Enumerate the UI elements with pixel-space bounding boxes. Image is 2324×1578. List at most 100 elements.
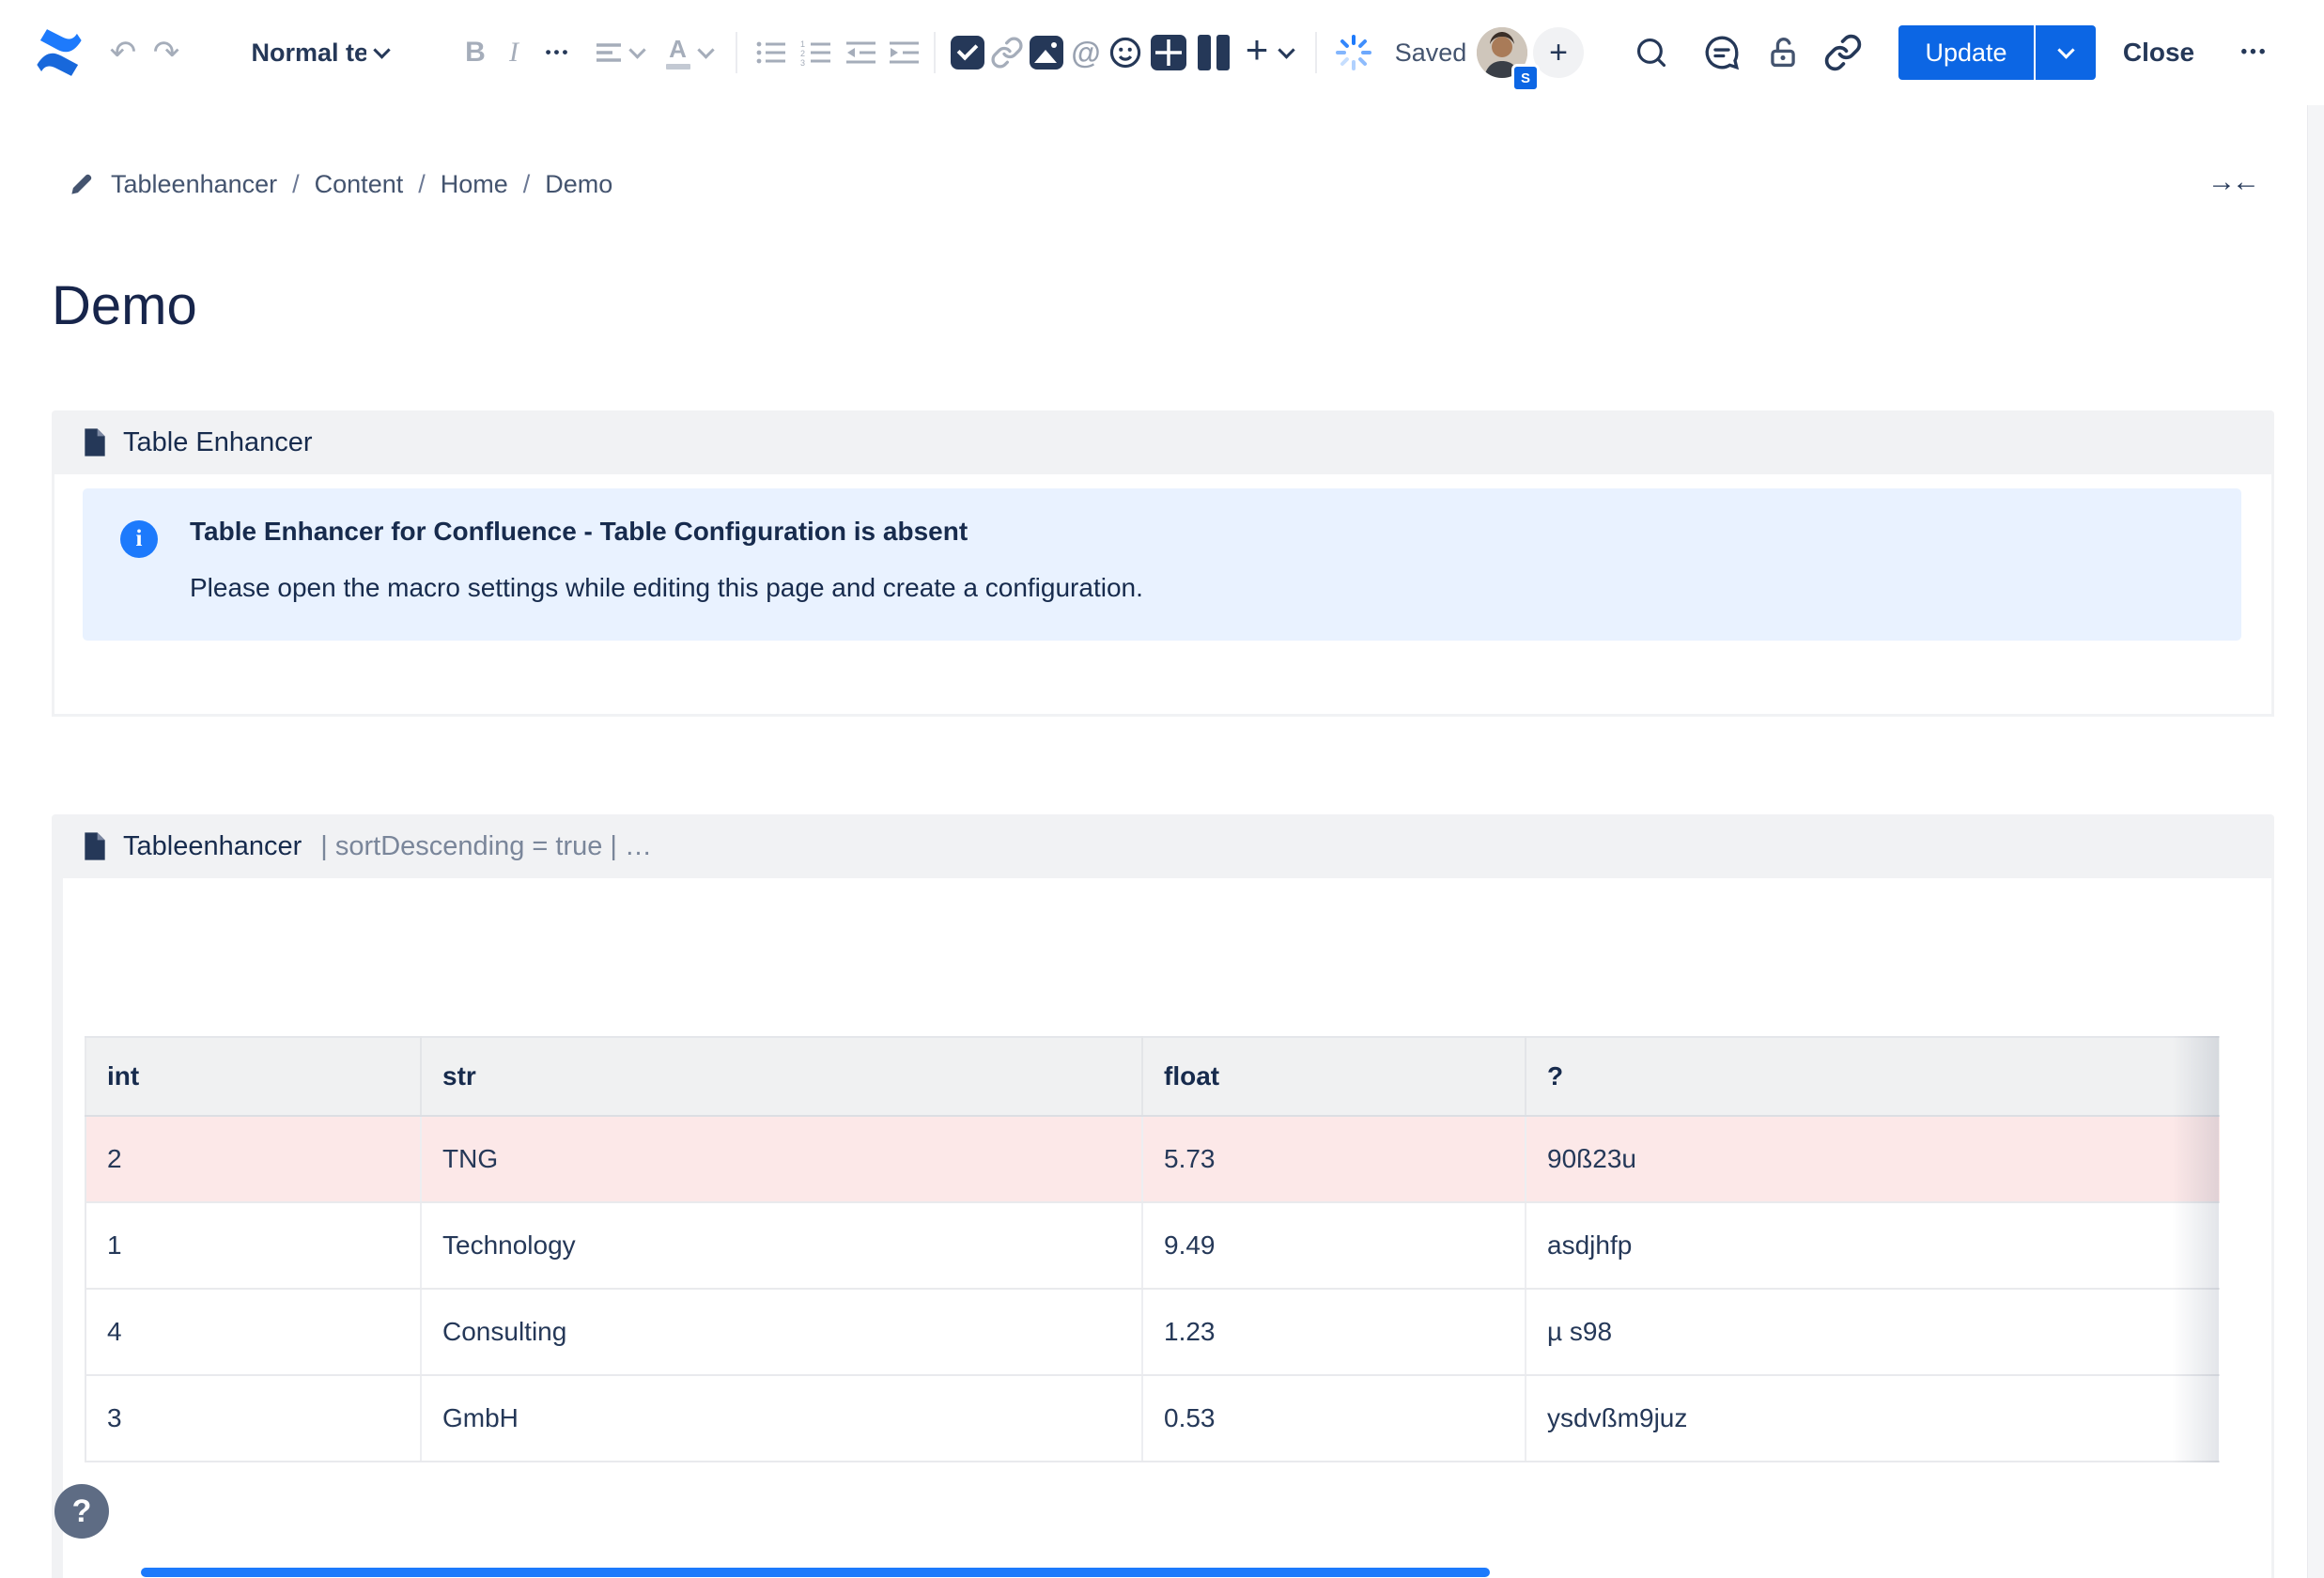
table-cell: 90ß23u — [1526, 1116, 2220, 1202]
table-cell: 1 — [85, 1202, 421, 1289]
align-icon — [596, 41, 622, 64]
table-cell: 5.73 — [1142, 1116, 1526, 1202]
insert-image-button[interactable] — [1026, 0, 1067, 105]
chevron-down-icon — [697, 41, 714, 58]
macro-title: Tableenhancer — [123, 831, 302, 862]
outdent-button[interactable] — [840, 0, 883, 105]
bold-icon: B — [465, 37, 486, 69]
table-cell: µ s98 — [1526, 1289, 2220, 1375]
restrictions-button[interactable] — [1762, 0, 1804, 105]
chevron-down-icon — [373, 41, 390, 58]
data-table: int str float ? 2 TNG 5.73 90ß23u 1 Tech… — [85, 1036, 2220, 1462]
breadcrumb-item-demo[interactable]: Demo — [545, 170, 612, 199]
column-header-q[interactable]: ? — [1526, 1037, 2220, 1116]
table-cell: 2 — [85, 1116, 421, 1202]
layouts-button[interactable] — [1193, 0, 1234, 105]
copy-link-button[interactable] — [1820, 0, 1866, 105]
bold-button[interactable]: B — [457, 0, 494, 105]
vertical-scrollbar-track[interactable] — [2307, 105, 2324, 1578]
toolbar-divider — [1315, 32, 1317, 73]
search-icon — [1634, 35, 1669, 70]
outdent-icon — [845, 39, 877, 66]
breadcrumb-item-space[interactable]: Tableenhancer — [111, 170, 277, 199]
italic-icon: I — [509, 37, 519, 69]
table-cell: TNG — [421, 1116, 1142, 1202]
task-checkbox-icon — [951, 36, 984, 70]
indent-button[interactable] — [883, 0, 926, 105]
emoji-icon — [1108, 35, 1143, 70]
confluence-logo-icon — [31, 28, 87, 77]
save-indicator — [1330, 0, 1377, 105]
column-header-int[interactable]: int — [85, 1037, 421, 1116]
bullet-list-button[interactable] — [750, 0, 793, 105]
breadcrumb-item-content[interactable]: Content — [315, 170, 404, 199]
chevron-down-icon — [2057, 41, 2074, 58]
text-color-dropdown[interactable]: A — [658, 0, 720, 105]
image-icon — [1030, 36, 1063, 70]
numbered-list-button[interactable]: 1 2 3 — [795, 0, 838, 105]
save-status-label: Saved — [1395, 39, 1467, 68]
table-cell: ysdvßm9juz — [1526, 1375, 2220, 1462]
plus-icon: + — [1246, 27, 1269, 72]
comments-button[interactable] — [1700, 0, 1743, 105]
mention-icon: @ — [1071, 36, 1100, 70]
table-cell: 4 — [85, 1289, 421, 1375]
document-icon — [82, 831, 108, 861]
column-header-str[interactable]: str — [421, 1037, 1142, 1116]
table-row: 2 TNG 5.73 90ß23u — [85, 1116, 2220, 1202]
text-style-label: Normal text — [252, 39, 366, 68]
column-header-float[interactable]: float — [1142, 1037, 1526, 1116]
document-icon — [82, 427, 108, 457]
update-button[interactable]: Update — [1898, 25, 2034, 80]
insert-more-button[interactable]: + — [1240, 0, 1274, 105]
table-cell: 9.49 — [1142, 1202, 1526, 1289]
alignment-dropdown[interactable] — [588, 0, 650, 105]
columns-icon — [1198, 35, 1230, 70]
insert-table-button[interactable] — [1148, 0, 1189, 105]
toolbar-divider — [736, 32, 737, 73]
info-banner: i Table Enhancer for Confluence - Table … — [83, 488, 2241, 641]
macro-tableenhancer-header[interactable]: Tableenhancer | sortDescending = true | … — [52, 814, 2274, 878]
breadcrumb-separator: / — [418, 170, 426, 199]
search-button[interactable] — [1631, 0, 1672, 105]
close-button[interactable]: Close — [2121, 0, 2196, 105]
mention-button[interactable]: @ — [1067, 0, 1105, 105]
indent-icon — [889, 39, 921, 66]
undo-icon: ↶ — [110, 34, 137, 71]
table-row: 1 Technology 9.49 asdjhfp — [85, 1202, 2220, 1289]
toolbar-divider — [934, 32, 936, 73]
macro-title: Table Enhancer — [123, 427, 313, 458]
redo-button[interactable]: ↷ — [145, 0, 188, 105]
comment-icon — [1702, 33, 1742, 72]
horizontal-scrollbar-thumb[interactable] — [141, 1568, 1490, 1577]
invite-button[interactable]: + — [1533, 0, 1584, 105]
macro-table-enhancer-header[interactable]: Table Enhancer — [52, 410, 2274, 474]
undo-button[interactable]: ↶ — [101, 0, 145, 105]
more-actions-button[interactable]: ••• — [2228, 0, 2281, 105]
collapse-width-button[interactable]: →← — [2206, 162, 2258, 203]
svg-text:1: 1 — [800, 39, 805, 49]
redo-icon: ↷ — [153, 34, 180, 71]
collapse-width-icon: →← — [2208, 166, 2256, 198]
breadcrumb: Tableenhancer / Content / Home / Demo — [68, 158, 612, 210]
help-button[interactable]: ? — [54, 1484, 109, 1539]
numbered-list-icon: 1 2 3 — [800, 39, 832, 66]
breadcrumb-item-home[interactable]: Home — [441, 170, 508, 199]
page-title[interactable]: Demo — [52, 274, 197, 337]
confluence-logo[interactable] — [28, 0, 90, 105]
update-options-button[interactable] — [2034, 25, 2096, 80]
table-cell: 0.53 — [1142, 1375, 1526, 1462]
link-button[interactable] — [988, 0, 1026, 105]
more-formatting-button[interactable]: ••• — [534, 0, 582, 105]
svg-text:2: 2 — [800, 49, 805, 58]
italic-button[interactable]: I — [496, 0, 532, 105]
breadcrumb-separator: / — [523, 170, 531, 199]
emoji-button[interactable] — [1105, 0, 1146, 105]
ellipsis-icon: ••• — [2241, 42, 2269, 63]
task-list-button[interactable] — [947, 0, 988, 105]
table-row: 3 GmbH 0.53 ysdvßm9juz — [85, 1375, 2220, 1462]
text-style-dropdown[interactable]: Normal text — [237, 0, 402, 105]
table-icon — [1151, 35, 1186, 70]
table-cell: GmbH — [421, 1375, 1142, 1462]
insert-more-chevron[interactable] — [1274, 0, 1298, 105]
